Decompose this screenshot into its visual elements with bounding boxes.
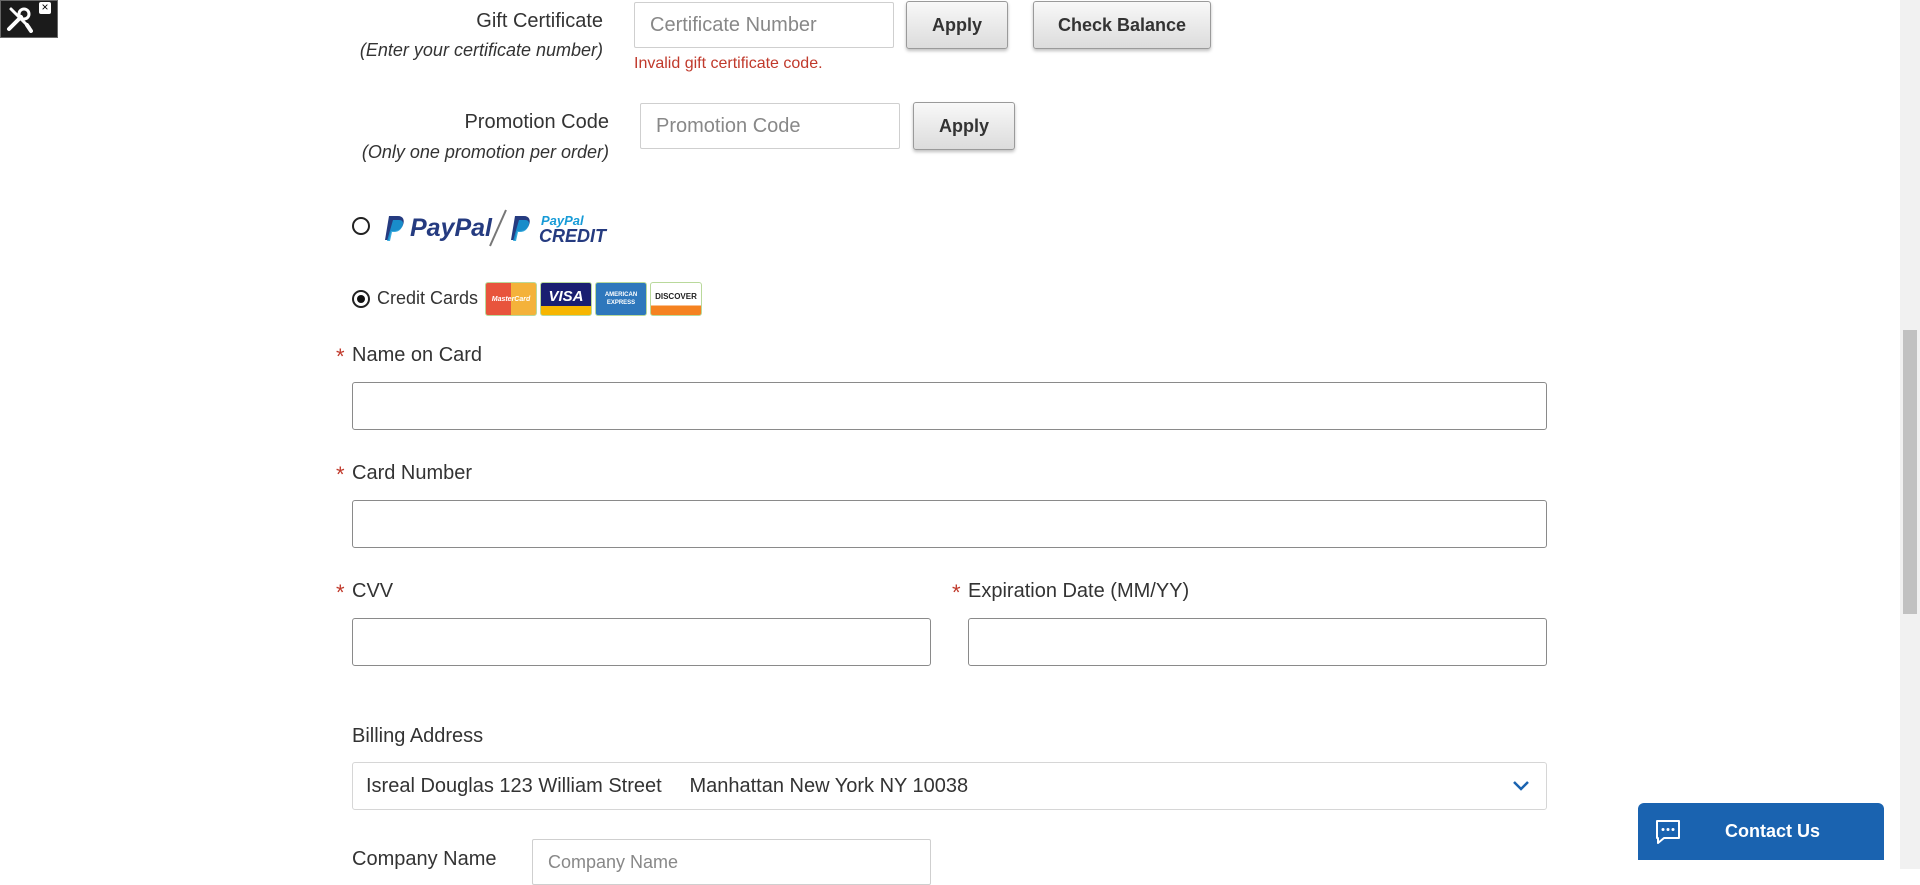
tools-widget[interactable]: × [0, 0, 58, 38]
paypal-wordmark: PayPal [410, 214, 493, 242]
paypal-p-icon [385, 216, 404, 241]
contact-us-label: Contact Us [1725, 821, 1821, 841]
check-balance-button[interactable]: Check Balance [1033, 1, 1211, 49]
gift-certificate-label: Gift Certificate [476, 10, 603, 32]
promotion-code-label: Promotion Code [464, 111, 609, 133]
mastercard-icon: MasterCard [485, 282, 537, 316]
credit-cards-radio[interactable] [352, 290, 370, 308]
card-number-input[interactable] [352, 500, 1547, 548]
required-mark: * [336, 344, 345, 369]
cvv-input[interactable] [352, 618, 931, 666]
expiration-date-input[interactable] [968, 618, 1547, 666]
visa-icon: VISA [540, 282, 592, 316]
gift-certificate-input[interactable] [634, 2, 894, 48]
name-on-card-label: Name on Card [352, 344, 483, 366]
card-number-label: Card Number [352, 462, 473, 484]
chat-icon [1656, 819, 1680, 844]
billing-address-label: Billing Address [352, 725, 484, 747]
required-mark: * [336, 462, 345, 487]
wrench-screwdriver-icon [7, 7, 33, 33]
billing-address-select[interactable]: Isreal Douglas 123 William Street Manhat… [352, 762, 1547, 810]
paypal-logo[interactable]: PayPal PayPal CREDIT [384, 208, 606, 248]
company-name-label: Company Name [352, 848, 497, 870]
gift-certificate-hint: (Enter your certificate number) [359, 40, 603, 60]
name-on-card-input[interactable] [352, 382, 1547, 430]
promotion-code-input[interactable] [640, 103, 900, 149]
scrollbar-thumb[interactable] [1903, 330, 1917, 614]
amex-icon: AMERICAN EXPRESS [595, 282, 647, 316]
slash-divider-icon [489, 209, 507, 247]
paypal-credit-bottom: CREDIT [539, 226, 606, 246]
gift-certificate-error: Invalid gift certificate code. [634, 55, 823, 72]
required-mark: * [336, 580, 345, 605]
paypal-credit-p-icon [511, 216, 530, 241]
scrollbar-track[interactable] [1900, 0, 1920, 869]
promotion-apply-button[interactable]: Apply [913, 102, 1015, 150]
cvv-label: CVV [352, 580, 394, 602]
contact-us-button[interactable]: Contact Us [1638, 803, 1884, 860]
expiration-date-label: Expiration Date (MM/YY) [968, 580, 1190, 602]
paypal-radio[interactable] [352, 217, 370, 235]
discover-icon: DISCOVER [650, 282, 702, 316]
billing-address-value: Isreal Douglas 123 William Street Manhat… [366, 775, 969, 797]
company-name-input[interactable] [532, 839, 931, 885]
tools-close-icon[interactable]: × [39, 1, 51, 14]
gift-certificate-apply-button[interactable]: Apply [906, 1, 1008, 49]
required-mark: * [952, 580, 961, 605]
credit-cards-label[interactable]: Credit Cards [377, 288, 478, 309]
chevron-down-icon [1513, 781, 1529, 791]
promotion-code-hint: (Only one promotion per order) [361, 142, 609, 162]
